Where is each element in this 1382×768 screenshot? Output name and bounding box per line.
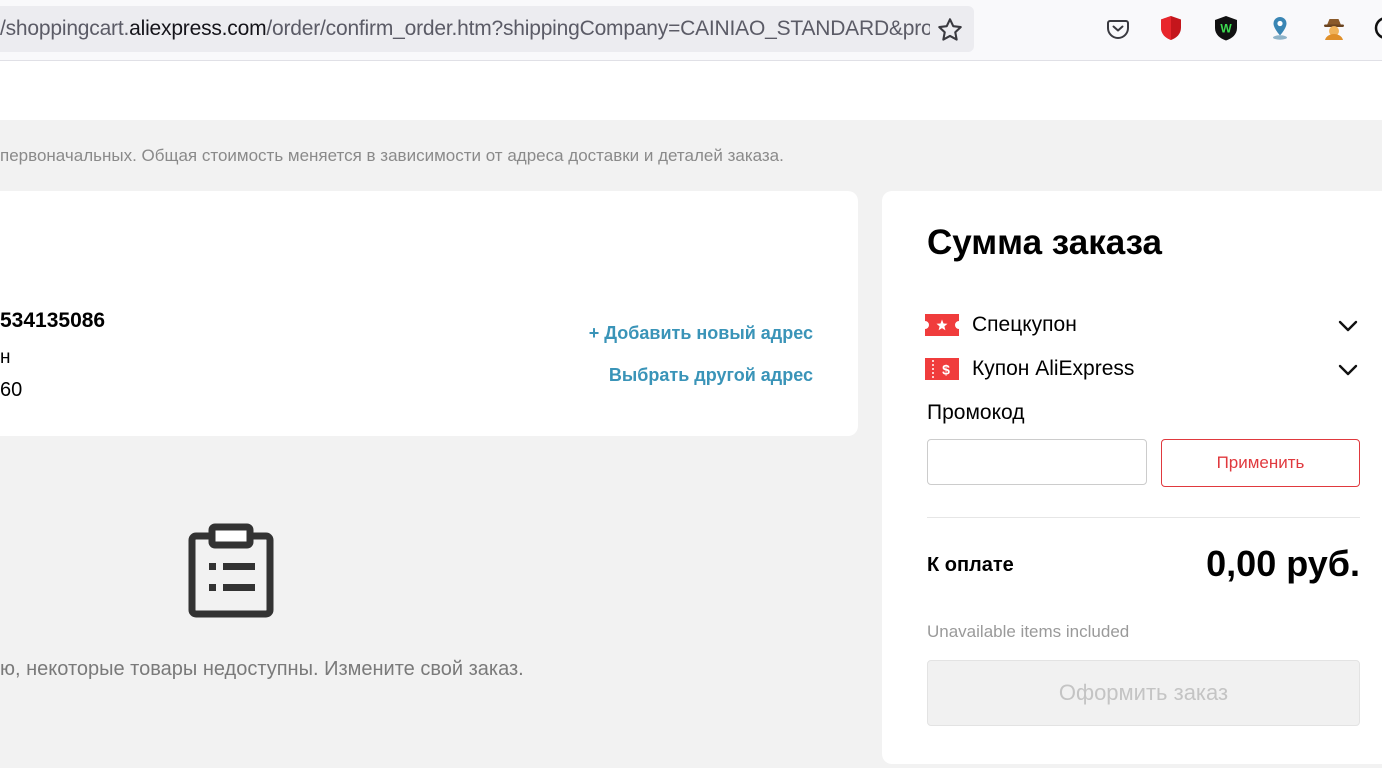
pocket-icon[interactable] — [1104, 14, 1132, 42]
checkout-button[interactable]: Оформить заказ — [927, 660, 1360, 726]
price-notice: первоначальных. Общая стоимость меняется… — [0, 146, 784, 165]
spy-extension-icon[interactable] — [1320, 14, 1348, 42]
to-pay-label: К оплате — [927, 554, 1014, 576]
order-summary-title: Сумма заказа — [927, 223, 1163, 262]
address-postcode: 60 — [0, 379, 23, 401]
promo-code-label: Промокод — [927, 401, 1025, 424]
to-pay-amount: 0,00 руб. — [1206, 543, 1360, 584]
special-coupon-icon — [925, 314, 959, 336]
unavailable-items-message: ю, некоторые товары недоступны. Измените… — [0, 658, 524, 680]
url-text[interactable]: /shoppingcart.aliexpress.com/order/confi… — [0, 6, 930, 52]
recipient-phone: 534135086 — [0, 309, 106, 332]
unavailable-items-note: Unavailable items included — [927, 622, 1130, 641]
url-host: aliexpress.com — [129, 17, 267, 40]
choose-other-address-link[interactable]: Выбрать другой адрес — [609, 365, 813, 386]
extension-edge-icon[interactable] — [1372, 14, 1382, 42]
browser-toolbar: /shoppingcart.aliexpress.com/order/confi… — [0, 0, 1382, 61]
order-summary-card: Сумма заказа Спецкупон $ Купон AliExpres… — [882, 191, 1382, 764]
aliexpress-coupon-icon: $ — [925, 358, 959, 380]
chevron-down-icon[interactable] — [1337, 359, 1359, 381]
svg-text:$: $ — [942, 362, 950, 378]
summary-divider — [927, 517, 1360, 518]
promo-code-input[interactable] — [927, 439, 1147, 485]
svg-text:W: W — [1220, 22, 1232, 36]
apply-promo-button[interactable]: Применить — [1161, 439, 1360, 487]
location-pin-extension-icon[interactable] — [1266, 14, 1294, 42]
special-coupon-label: Спецкупон — [972, 313, 1077, 336]
special-coupon-row[interactable]: Спецкупон — [925, 311, 1359, 341]
url-prefix: /shoppingcart. — [0, 17, 130, 40]
address-line: н — [0, 347, 11, 368]
w-extension-icon[interactable]: W — [1212, 14, 1240, 42]
chevron-down-icon[interactable] — [1337, 315, 1359, 337]
aliexpress-coupon-row[interactable]: $ Купон AliExpress — [925, 355, 1359, 385]
add-new-address-link[interactable]: + Добавить новый адрес — [589, 323, 813, 344]
clipboard-list-icon — [188, 523, 274, 618]
url-rest: /order/confirm_order.htm?shippingCompany… — [266, 17, 930, 40]
ublock-shield-icon[interactable] — [1157, 14, 1185, 42]
address-card: 534135086 н 60 + Добавить новый адрес Вы… — [0, 191, 858, 436]
bookmark-star-icon[interactable] — [936, 16, 964, 44]
address-bar[interactable]: /shoppingcart.aliexpress.com/order/confi… — [0, 6, 974, 52]
aliexpress-coupon-label: Купон AliExpress — [972, 357, 1135, 380]
page-header-band — [0, 61, 1382, 120]
